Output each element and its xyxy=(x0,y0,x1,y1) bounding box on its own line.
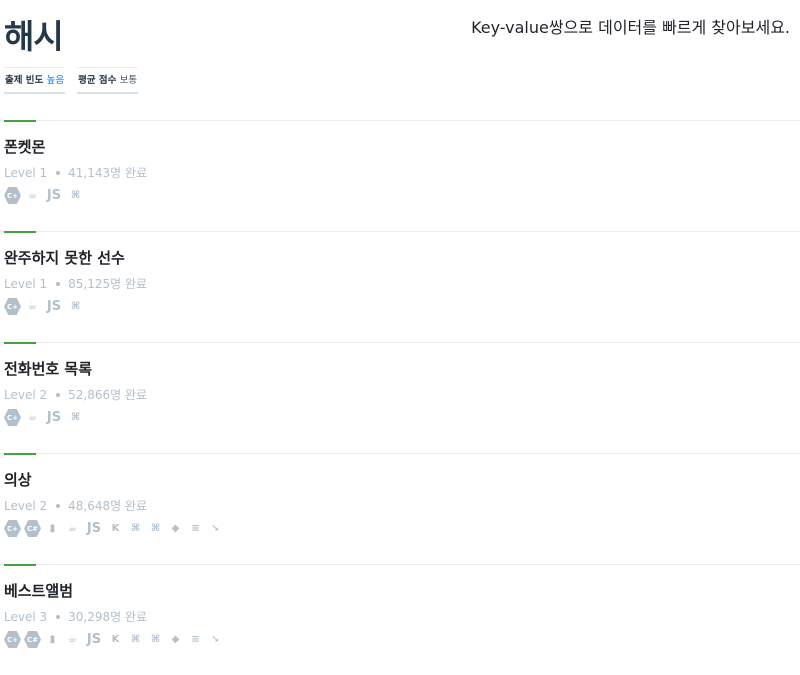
accent-bar xyxy=(4,231,36,233)
problem-level: Level 2 xyxy=(4,499,48,513)
cp+-icon: C+ xyxy=(4,187,21,204)
java-icon: ☕ xyxy=(68,523,77,534)
problem-level: Level 1 xyxy=(4,277,48,291)
cp+-icon: C+ xyxy=(4,298,21,315)
go-icon: ▮ xyxy=(49,634,56,645)
problem-title[interactable]: 베스트앨범 xyxy=(4,580,73,601)
swift-icon: ➘ xyxy=(211,523,220,534)
java-icon: ☕ xyxy=(28,301,37,312)
accent-bar xyxy=(4,120,36,122)
problem-meta: Level 2 48,648명 완료 xyxy=(4,497,147,514)
separator-dot xyxy=(56,504,61,508)
accent-bar xyxy=(4,453,36,455)
scala-icon: ≡ xyxy=(191,634,200,645)
problem-item[interactable]: 완주하지 못한 선수 Level 1 85,125명 완료 C+ ☕ JS ⌘ xyxy=(0,231,800,342)
problem-solved-count: 85,125명 완료 xyxy=(68,277,148,291)
problem-title[interactable]: 의상 xyxy=(4,469,32,490)
python-icon: ⌘ xyxy=(130,523,141,534)
javascript-icon: JS xyxy=(46,410,62,425)
javascript-icon: JS xyxy=(86,521,102,536)
java-icon: ☕ xyxy=(68,634,77,645)
separator-dot xyxy=(56,282,61,286)
java-icon: ☕ xyxy=(28,190,37,201)
tag-average-score: 평균 점수 보통 xyxy=(77,67,139,94)
javascript-icon: JS xyxy=(46,188,62,203)
swift-icon: ➘ xyxy=(211,634,220,645)
java-icon: ☕ xyxy=(28,412,37,423)
python3-icon: ⌘ xyxy=(70,301,81,312)
problem-solved-count: 41,143명 완료 xyxy=(68,166,148,180)
language-icons: C+ ☕ JS ⌘ xyxy=(4,187,84,204)
cp+-icon: C+ xyxy=(4,631,21,648)
separator-dot xyxy=(56,615,61,619)
accent-bar xyxy=(4,564,36,566)
javascript-icon: JS xyxy=(86,632,102,647)
page-description: Key-value쌍으로 데이터를 빠르게 찾아보세요. xyxy=(471,18,790,37)
tag-frequency: 출제 빈도 높음 xyxy=(4,67,66,94)
problem-level: Level 3 xyxy=(4,610,48,624)
python3-icon: ⌘ xyxy=(70,190,81,201)
problem-list: 폰켓몬 Level 1 41,143명 완료 C+ ☕ JS ⌘ 완주하지 못한 선수 … xyxy=(0,120,800,675)
ruby-icon: ◆ xyxy=(171,634,180,645)
problem-meta: Level 1 41,143명 완료 xyxy=(4,164,147,181)
kotlin-icon: K xyxy=(111,523,120,534)
problem-solved-count: 52,866명 완료 xyxy=(68,388,148,402)
problem-title[interactable]: 완주하지 못한 선수 xyxy=(4,247,125,268)
tag-value: 높음 xyxy=(46,75,65,86)
python3-icon: ⌘ xyxy=(150,634,161,645)
go-icon: ▮ xyxy=(49,523,56,534)
cp+-icon: C+ xyxy=(4,409,21,426)
problem-item[interactable]: 전화번호 목록 Level 2 52,866명 완료 C+ ☕ JS ⌘ xyxy=(0,342,800,453)
problem-title[interactable]: 전화번호 목록 xyxy=(4,358,92,379)
language-icons: C+ C# ▮ ☕ JS K ⌘ ⌘ ◆ ≡ ➘ xyxy=(4,520,224,537)
csharp-icon: C# xyxy=(24,631,41,648)
problem-meta: Level 2 52,866명 완료 xyxy=(4,386,147,403)
problem-item[interactable]: 폰켓몬 Level 1 41,143명 완료 C+ ☕ JS ⌘ xyxy=(0,120,800,231)
problem-title[interactable]: 폰켓몬 xyxy=(4,136,45,157)
python-icon: ⌘ xyxy=(130,634,141,645)
separator-dot xyxy=(56,171,61,175)
scala-icon: ≡ xyxy=(191,523,200,534)
language-icons: C+ C# ▮ ☕ JS K ⌘ ⌘ ◆ ≡ ➘ xyxy=(4,631,224,648)
python3-icon: ⌘ xyxy=(70,412,81,423)
problem-level: Level 2 xyxy=(4,388,48,402)
language-icons: C+ ☕ JS ⌘ xyxy=(4,409,84,426)
problem-item[interactable]: 의상 Level 2 48,648명 완료 C+ C# ▮ ☕ JS K ⌘ ⌘ ◆ ≡ ➘ xyxy=(0,453,800,564)
tag-label: 출제 빈도 xyxy=(5,75,44,86)
tag-value: 보통 xyxy=(119,75,138,86)
python3-icon: ⌘ xyxy=(150,523,161,534)
accent-bar xyxy=(4,342,36,344)
problem-solved-count: 48,648명 완료 xyxy=(68,499,148,513)
problem-meta: Level 1 85,125명 완료 xyxy=(4,275,147,292)
problem-solved-count: 30,298명 완료 xyxy=(68,610,148,624)
problem-meta: Level 3 30,298명 완료 xyxy=(4,608,147,625)
separator-dot xyxy=(56,393,61,397)
problem-item[interactable]: 베스트앨범 Level 3 30,298명 완료 C+ C# ▮ ☕ JS K ⌘ ⌘ ◆ ≡ ➘ xyxy=(0,564,800,675)
kotlin-icon: K xyxy=(111,634,120,645)
tag-list: 출제 빈도 높음 평균 점수 보통 xyxy=(4,67,139,94)
ruby-icon: ◆ xyxy=(171,523,180,534)
problem-level: Level 1 xyxy=(4,166,48,180)
language-icons: C+ ☕ JS ⌘ xyxy=(4,298,84,315)
cp+-icon: C+ xyxy=(4,520,21,537)
page-title: 해시 xyxy=(4,17,64,56)
tag-label: 평균 점수 xyxy=(78,75,117,86)
javascript-icon: JS xyxy=(46,299,62,314)
csharp-icon: C# xyxy=(24,520,41,537)
